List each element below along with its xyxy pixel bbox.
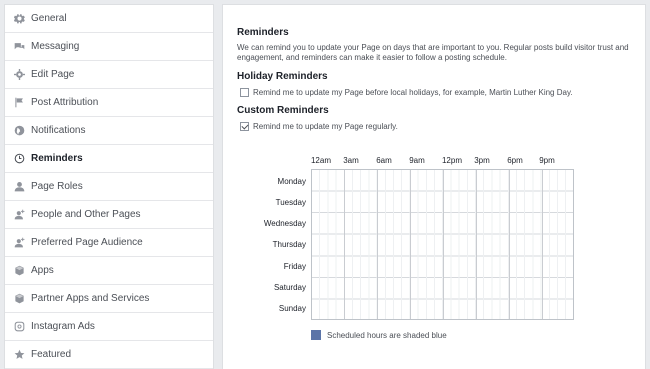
sidebar-item-label: Preferred Page Audience [31,237,143,248]
person-icon [13,181,25,193]
custom-reminder-option[interactable]: Remind me to update my Page regularly. [237,122,631,131]
person-plus-icon [13,237,25,249]
holiday-reminder-label: Remind me to update my Page before local… [253,88,573,97]
grid-divider [344,170,345,319]
grid-divider [542,170,543,319]
sidebar-item-people-and-other-pages[interactable]: People and Other Pages [5,201,213,229]
grid-divider [443,170,444,319]
sidebar-item-instagram-ads[interactable]: Instagram Ads [5,313,213,341]
grid-divider [476,170,477,319]
clock-icon [13,153,25,165]
sidebar-item-featured[interactable]: Featured [5,341,213,369]
grid-divider [410,170,411,319]
hour-label: 9pm [539,156,555,165]
schedule-grid[interactable] [311,169,574,320]
sidebar-item-label: Notifications [31,125,86,136]
sidebar-item-preferred-page-audience[interactable]: Preferred Page Audience [5,229,213,257]
hour-label: 3am [343,156,359,165]
legend-swatch [311,330,321,340]
reminders-description: We can remind you to update your Page on… [237,43,629,62]
sidebar-item-page-roles[interactable]: Page Roles [5,173,213,201]
custom-reminder-label: Remind me to update my Page regularly. [253,122,398,131]
cube-icon [13,265,25,277]
hour-label: 6pm [507,156,523,165]
sidebar-item-label: Post Attribution [31,97,99,108]
sidebar-item-label: Messaging [31,41,80,52]
schedule-legend: Scheduled hours are shaded blue [311,330,447,340]
sidebar-item-label: Page Roles [31,181,83,192]
gear-icon [13,13,25,25]
day-label: Wednesday [263,219,306,228]
chat-bubbles-icon [13,41,25,53]
hour-label: 6am [376,156,392,165]
legend-label: Scheduled hours are shaded blue [327,330,447,340]
grid-divider [509,170,510,319]
custom-reminders-heading: Custom Reminders [237,105,329,116]
hour-label: 9am [409,156,425,165]
instagram-icon [13,321,25,333]
page-title: Reminders [237,27,289,38]
sidebar-item-partner-apps-and-services[interactable]: Partner Apps and Services [5,285,213,313]
sidebar-item-label: Instagram Ads [31,321,95,332]
globe-icon [13,125,25,137]
day-label: Sunday [278,304,306,313]
hour-label: 12am [310,156,331,165]
person-plus-icon [13,209,25,221]
day-label: Saturday [273,283,306,292]
sidebar-item-label: Reminders [31,153,83,164]
sidebar-item-label: General [31,13,67,24]
sidebar-item-label: Partner Apps and Services [31,293,150,304]
sidebar-item-edit-page[interactable]: Edit Page [5,61,213,89]
hour-label: 3pm [474,156,490,165]
sidebar-item-post-attribution[interactable]: Post Attribution [5,89,213,117]
flag-icon [13,97,25,109]
sidebar-item-notifications[interactable]: Notifications [5,117,213,145]
sidebar-item-label: Featured [31,349,72,360]
reminders-panel: Reminders We can remind you to update yo… [222,4,646,369]
gear-icon [13,69,25,81]
grid-divider [377,170,378,319]
sidebar-item-messaging[interactable]: Messaging [5,33,213,61]
day-label: Friday [283,262,306,271]
holiday-reminder-checkbox[interactable] [240,88,249,97]
day-label: Tuesday [275,198,306,207]
star-icon [13,349,25,361]
day-label: Monday [277,177,306,186]
hour-label: 12pm [441,156,462,165]
sidebar-item-label: Edit Page [31,69,75,80]
sidebar-item-label: Apps [31,265,54,276]
sidebar-item-reminders[interactable]: Reminders [5,145,213,173]
holiday-reminders-heading: Holiday Reminders [237,71,328,82]
sidebar-item-general[interactable]: General [5,5,213,33]
sidebar-item-apps[interactable]: Apps [5,257,213,285]
sidebar-item-label: People and Other Pages [31,209,141,220]
holiday-reminder-option[interactable]: Remind me to update my Page before local… [237,88,631,97]
settings-sidebar: General Messaging Edit Page Post Attribu… [4,4,214,369]
day-label: Thursday [272,240,306,249]
custom-reminder-checkbox[interactable] [240,122,249,131]
cube-icon [13,293,25,305]
